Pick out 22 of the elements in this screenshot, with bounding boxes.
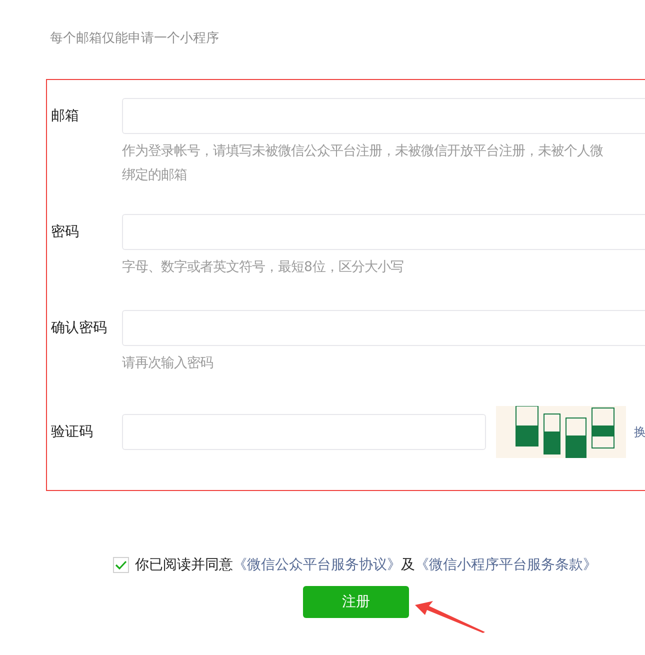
input-field[interactable] [122,214,645,250]
hint-text: 绑定的邮箱 [122,166,188,185]
agreement-link[interactable]: 《微信小程序平台服务条款》 [415,556,597,574]
agreement-link[interactable]: 《微信公众平台服务协议》 [233,556,401,574]
agreement-text: 及 [401,556,415,574]
agreement-text: 你已阅读并同意 [135,556,233,574]
field-label: 确认密码 [51,319,108,337]
field-label: 邮箱 [51,107,80,125]
field-label: 验证码 [51,423,94,441]
refresh-link[interactable]: 换 [634,424,645,440]
input-field[interactable] [122,414,486,450]
hint-text: 字母、数字或者英文符号，最短8位，区分大小写 [122,258,404,277]
input-field[interactable] [122,310,645,346]
captcha-image[interactable] [496,406,626,458]
notice-text: 每个邮箱仅能申请一个小程序 [49,30,220,48]
hint-text: 请再次输入密码 [122,354,214,373]
hint-text: 作为登录帐号，请填写未被微信公众平台注册，未被微信开放平台注册，未被个人微 [122,142,604,161]
field-label: 密码 [51,223,80,241]
arrow-icon [415,601,485,633]
agree-checkbox[interactable] [113,557,129,573]
input-field[interactable] [122,98,645,134]
register-button[interactable]: 注册 [303,586,409,618]
